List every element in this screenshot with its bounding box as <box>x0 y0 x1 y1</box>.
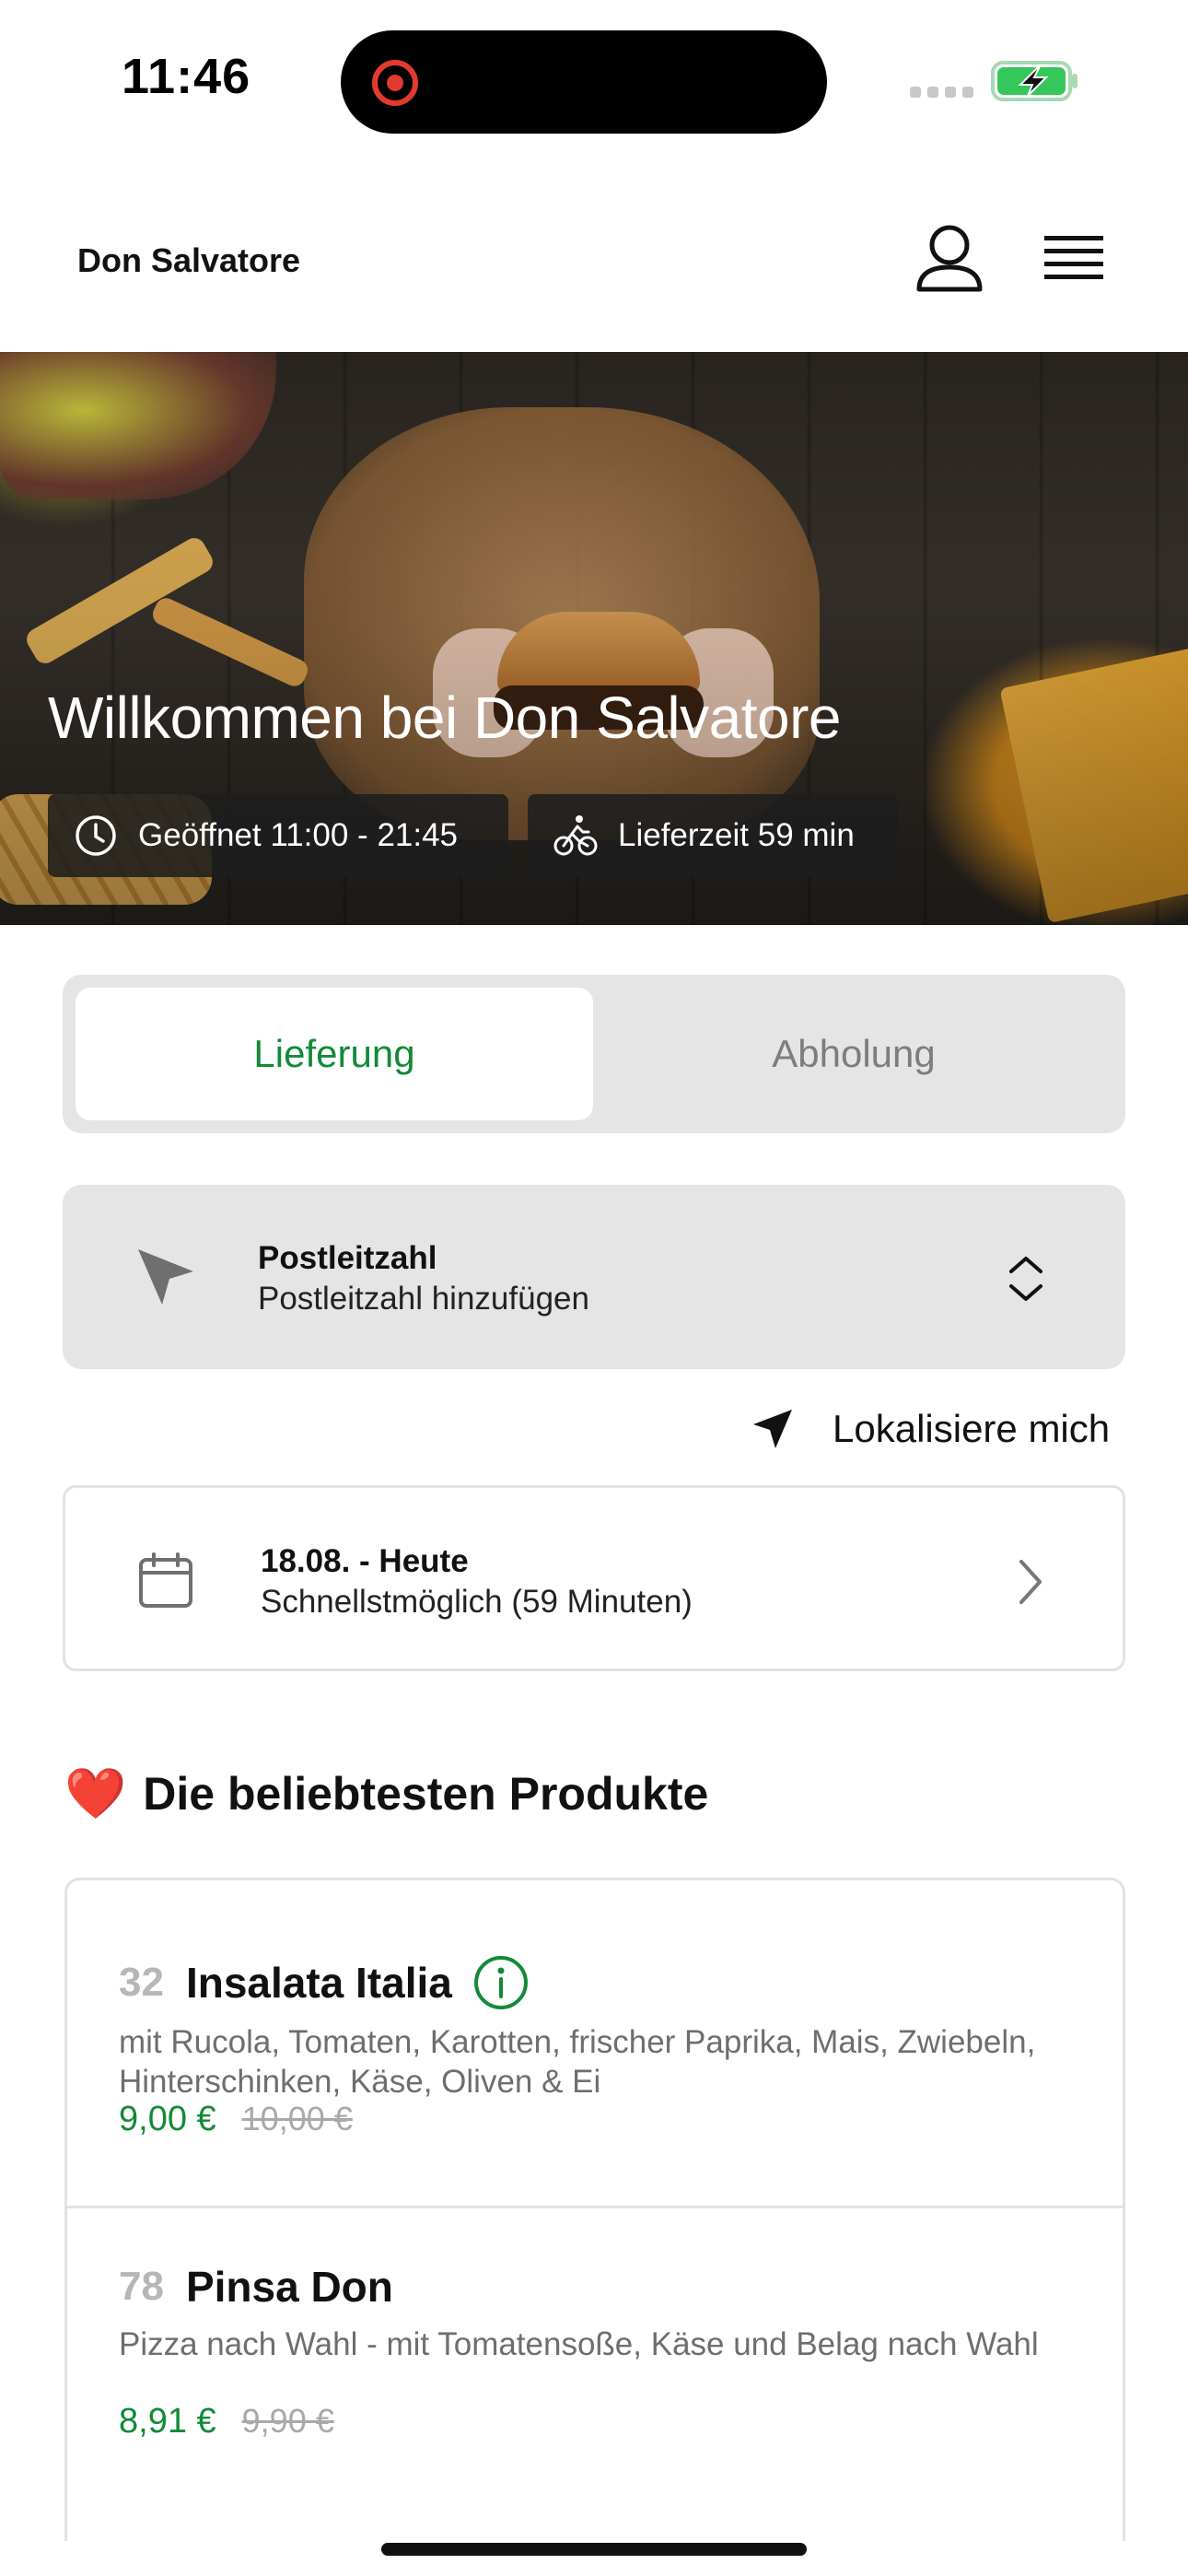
status-bar: 11:46 <box>0 0 1188 157</box>
battery-charging-icon <box>991 61 1077 101</box>
product-description: Pizza nach Wahl - mit Tomatensoße, Käse … <box>119 2326 1039 2362</box>
home-indicator[interactable] <box>381 2543 807 2556</box>
dynamic-island <box>341 30 827 134</box>
user-icon[interactable] <box>912 221 987 297</box>
heart-icon: ❤️ <box>64 1766 127 1821</box>
clock-icon <box>76 815 116 856</box>
pickup-tab[interactable]: Abholung <box>595 988 1112 1120</box>
app-header: Don Salvatore <box>0 184 1188 352</box>
signal-icon <box>910 87 974 98</box>
delivery-time-text: Lieferzeit 59 min <box>618 817 855 853</box>
locate-me-label: Lokalisiere mich <box>833 1407 1111 1450</box>
product-name: Pinsa Don <box>185 2263 393 2311</box>
zip-code-value: Postleitzahl hinzufügen <box>258 1281 589 1317</box>
navigation-arrow-icon <box>753 1410 792 1448</box>
product-old-price: 9,90 € <box>241 2402 334 2440</box>
delivery-date-label: 18.08. - Heute <box>261 1543 469 1579</box>
delivery-date-selector[interactable]: 18.08. - Heute Schnellstmöglich (59 Minu… <box>63 1485 1125 1671</box>
order-mode-toggle: Lieferung Abholung <box>63 975 1125 1133</box>
calendar-icon <box>139 1552 192 1608</box>
product-old-price: 10,00 € <box>241 2100 353 2137</box>
hero-title: Willkommen bei Don Salvatore <box>48 685 842 751</box>
opening-hours-text: Geöffnet 11:00 - 21:45 <box>138 817 459 853</box>
status-time: 11:46 <box>122 49 251 104</box>
locate-me-button[interactable]: Lokalisiere mich <box>750 1400 1110 1458</box>
popular-products-heading: ❤️ Die beliebtesten Produkte <box>64 1767 708 1821</box>
delivery-time-label: Schnellstmöglich (59 Minuten) <box>261 1584 693 1620</box>
app-screen: 11:46 Don Salvatore Willkommen bei Don S… <box>0 0 1188 2576</box>
product-name: Insalata Italia <box>185 1959 452 2007</box>
delivery-time-badge: Lieferzeit 59 min <box>528 794 898 877</box>
opening-hours-badge: Geöffnet 11:00 - 21:45 <box>48 794 508 877</box>
product-number: 32 <box>119 1960 164 2005</box>
product-item[interactable]: 32 Insalata Italia mit Rucola, Tomaten, … <box>67 1880 1123 2208</box>
bike-icon <box>553 815 598 856</box>
product-item[interactable]: 78 Pinsa Don Pizza nach Wahl - mit Tomat… <box>67 2208 1123 2541</box>
brand-name[interactable]: Don Salvatore <box>77 241 300 280</box>
product-number: 78 <box>119 2264 164 2309</box>
zip-code-selector[interactable]: Postleitzahl Postleitzahl hinzufügen <box>63 1185 1125 1369</box>
hero-banner: Willkommen bei Don Salvatore Geöffnet 11… <box>0 352 1188 925</box>
recording-icon <box>372 60 418 106</box>
location-arrow-icon <box>138 1249 193 1305</box>
chevron-up-down-icon <box>1009 1257 1042 1301</box>
product-list: 32 Insalata Italia mit Rucola, Tomaten, … <box>64 1878 1125 2541</box>
info-icon[interactable] <box>472 1954 530 2011</box>
popular-products-title: Die beliebtesten Produkte <box>143 1768 709 1820</box>
menu-icon[interactable] <box>1039 225 1109 295</box>
product-price: 8,91 € <box>119 2402 216 2441</box>
product-price: 9,00 € <box>119 2100 216 2138</box>
chevron-right-icon <box>1019 1560 1042 1604</box>
delivery-tab[interactable]: Lieferung <box>76 988 593 1120</box>
zip-code-label: Postleitzahl <box>258 1240 437 1276</box>
product-description: mit Rucola, Tomaten, Karotten, frischer … <box>119 2024 1036 2100</box>
